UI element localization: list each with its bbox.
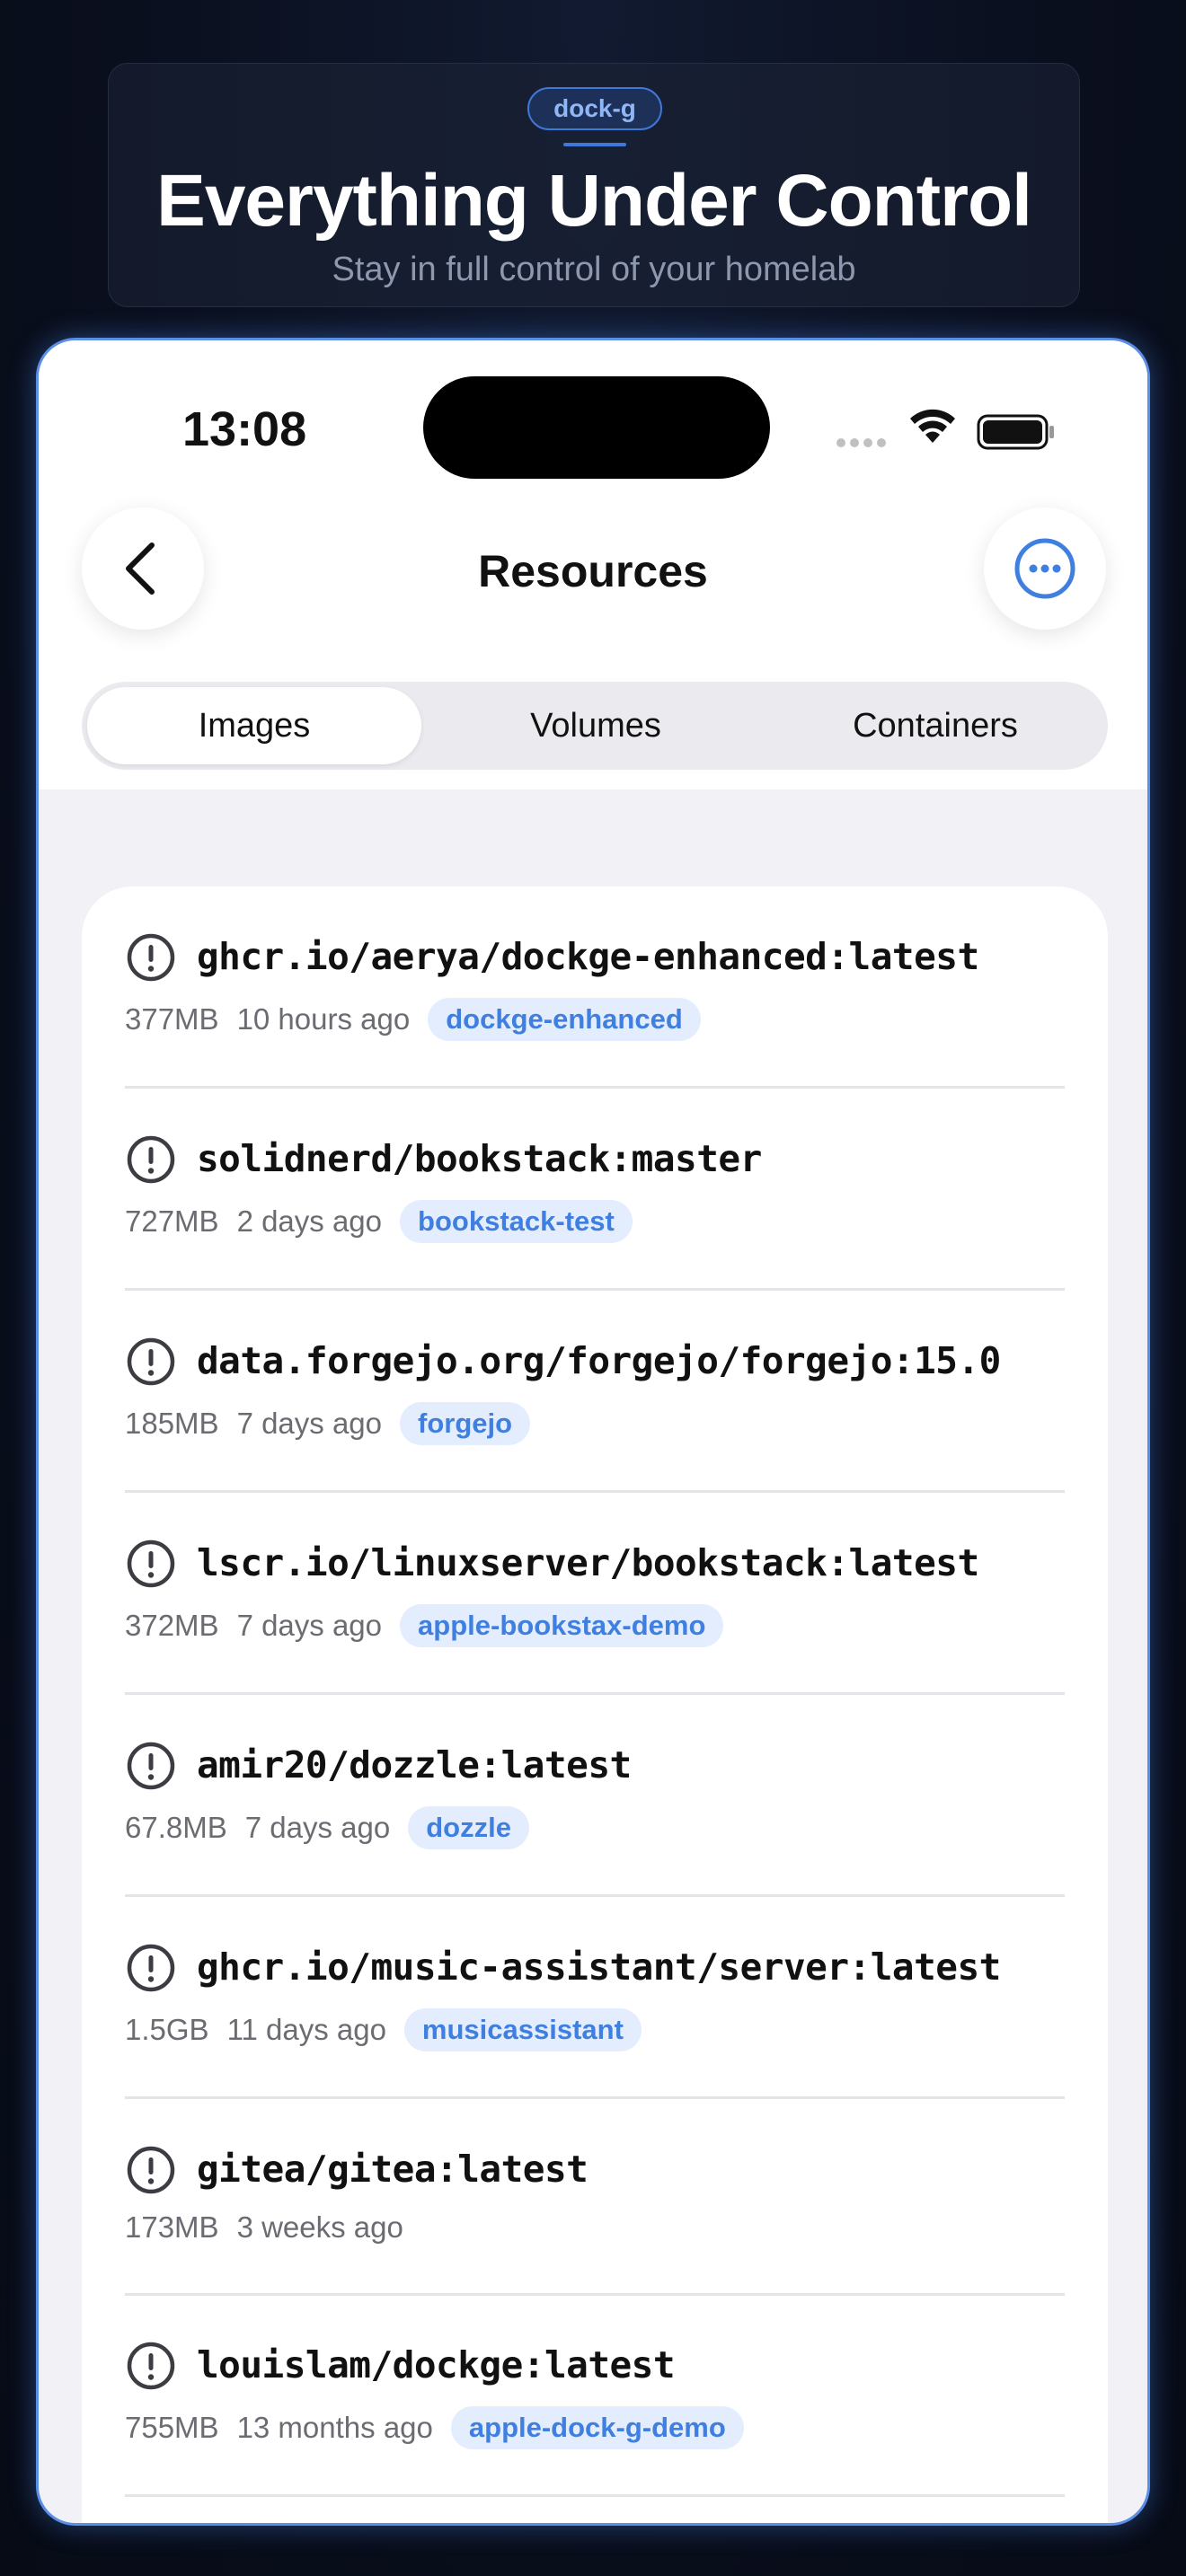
app-badge: dock-g <box>527 87 662 130</box>
image-name: amir20/dozzle:latest <box>197 1743 632 1786</box>
image-age: 7 days ago <box>244 1811 391 1844</box>
stack-tag: dozzle <box>408 1806 529 1849</box>
exclamation-circle-icon <box>125 1740 177 1796</box>
image-meta: 755MB 13 months ago apple-dock-g-demo <box>125 2406 744 2449</box>
image-size: 727MB <box>125 1204 219 1238</box>
image-meta: 173MB 3 weeks ago <box>125 2210 403 2245</box>
row-divider <box>125 2096 1065 2099</box>
badge-underline <box>563 143 626 146</box>
image-meta: 67.8MB 7 days ago dozzle <box>125 1806 529 1849</box>
tab-volumes[interactable]: Volumes <box>429 687 763 764</box>
cellular-signal-icon <box>836 436 890 452</box>
image-age: 10 hours ago <box>236 1002 411 1036</box>
tab-containers[interactable]: Containers <box>768 687 1102 764</box>
stack-tag: dockge-enhanced <box>428 998 701 1041</box>
stack-tag: apple-bookstax-demo <box>400 1604 724 1647</box>
image-age: 11 days ago <box>226 2013 386 2046</box>
image-age: 2 days ago <box>236 1204 383 1238</box>
image-age: 3 weeks ago <box>236 2210 403 2244</box>
images-list: ghcr.io/aerya/dockge-enhanced:latest 377M… <box>82 887 1108 2523</box>
row-divider <box>125 1692 1065 1695</box>
exclamation-circle-icon <box>125 1336 177 1392</box>
image-meta: 727MB 2 days ago bookstack-test <box>125 1200 633 1243</box>
stack-tag: apple-dock-g-demo <box>450 2406 744 2449</box>
image-name: ghcr.io/aerya/dockge-enhanced:latest <box>197 935 979 978</box>
row-divider <box>125 1894 1065 1897</box>
image-size: 377MB <box>125 1002 219 1036</box>
tab-images[interactable]: Images <box>87 687 421 764</box>
exclamation-circle-icon <box>125 2340 177 2396</box>
wifi-icon <box>907 407 959 451</box>
image-size: 173MB <box>125 2210 219 2244</box>
row-divider <box>125 2494 1065 2497</box>
page-title: Resources <box>478 546 708 596</box>
resource-segmented-control: Images Volumes Containers <box>82 682 1108 770</box>
image-meta: 185MB 7 days ago forgejo <box>125 1402 531 1445</box>
phone-frame: 13:08 Resources Images Volumes Container… <box>36 338 1150 2526</box>
stack-tag: forgejo <box>400 1402 531 1445</box>
image-name: lscr.io/linuxserver/bookstack:latest <box>197 1541 979 1584</box>
image-age: 13 months ago <box>236 2411 433 2444</box>
stack-tag: bookstack-test <box>400 1200 633 1243</box>
exclamation-circle-icon <box>125 1134 177 1190</box>
image-size: 1.5GB <box>125 2013 209 2046</box>
exclamation-circle-icon <box>125 1942 177 1998</box>
status-time: 13:08 <box>182 402 307 456</box>
image-size: 755MB <box>125 2411 219 2444</box>
banner-subtitle: Stay in full control of your homelab <box>332 251 856 288</box>
image-age: 7 days ago <box>236 1609 383 1642</box>
banner-title: Everything Under Control <box>156 160 1032 242</box>
row-divider <box>125 1086 1065 1089</box>
ellipsis-circle-icon <box>1014 538 1075 599</box>
image-meta: 372MB 7 days ago apple-bookstax-demo <box>125 1604 724 1647</box>
image-size: 185MB <box>125 1407 219 1440</box>
image-name: louislam/dockge:latest <box>197 2343 676 2386</box>
image-size: 372MB <box>125 1609 219 1642</box>
image-name: data.forgejo.org/forgejo/forgejo:15.0 <box>197 1339 1001 1382</box>
row-divider <box>125 1490 1065 1493</box>
image-meta: 377MB 10 hours ago dockge-enhanced <box>125 998 701 1041</box>
image-name: ghcr.io/music-assistant/server:latest <box>197 1945 1001 1989</box>
image-meta: 1.5GB 11 days ago musicassistant <box>125 2008 642 2051</box>
row-divider <box>125 2293 1065 2296</box>
image-age: 7 days ago <box>236 1407 383 1440</box>
stack-tag: musicassistant <box>403 2008 642 2051</box>
dynamic-island <box>423 376 770 479</box>
exclamation-circle-icon <box>125 2144 177 2201</box>
exclamation-circle-icon <box>125 931 177 988</box>
exclamation-circle-icon <box>125 1538 177 1594</box>
battery-icon <box>977 412 1056 456</box>
more-button[interactable] <box>984 507 1106 630</box>
image-size: 67.8MB <box>125 1811 227 1844</box>
promo-banner: dock-g Everything Under Control Stay in … <box>108 63 1080 307</box>
image-name: solidnerd/bookstack:master <box>197 1137 762 1180</box>
row-divider <box>125 1288 1065 1291</box>
image-name: gitea/gitea:latest <box>197 2148 589 2191</box>
header-area: 13:08 Resources Images Volumes Container… <box>39 340 1147 790</box>
